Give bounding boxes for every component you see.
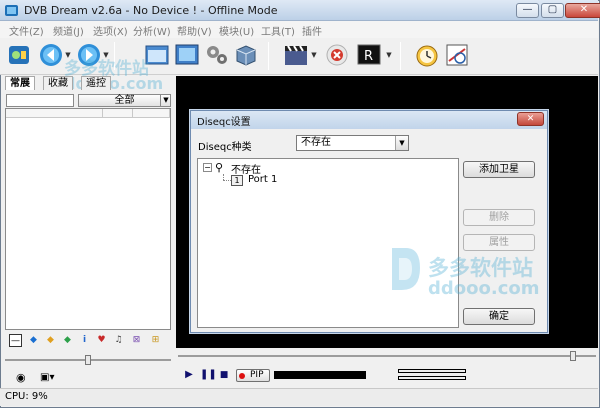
seek-slider-thumb[interactable] [570,351,576,361]
record-stop-icon[interactable] [324,42,350,68]
filter-audio-icon[interactable]: ♫ [112,334,125,347]
list-column-header[interactable] [133,109,170,118]
tree-connector [223,180,231,181]
watermark-logo-icon [392,248,420,290]
delete-button[interactable]: 删除 [463,209,535,226]
volume-slider-thumb[interactable] [85,355,91,365]
diseqc-type-label: Diseqc种类 [198,142,252,153]
properties-button[interactable]: 属性 [463,234,535,251]
add-satellite-button[interactable]: 添加卫星 [463,161,535,178]
minimize-button[interactable]: — [516,3,539,18]
back-icon[interactable] [38,42,64,68]
filter-info-icon[interactable]: i [78,334,91,347]
cpu-status: CPU: 9% [5,391,48,402]
speaker-icon[interactable]: ◉ [16,371,30,385]
monitor-dropdown-arrow-icon[interactable]: ▼ [385,42,393,68]
menu-help[interactable]: 帮助(V) [177,23,212,38]
chevron-down-icon[interactable]: ▼ [395,136,408,150]
menu-plugins[interactable]: 插件 [302,23,322,38]
clapper-icon[interactable] [283,42,309,68]
menu-channel[interactable]: 频道(J) [53,23,84,38]
filter-radio-icon[interactable]: ◆ [44,334,57,347]
stop-icon[interactable]: ■ [218,369,230,381]
screen-mode-icon[interactable]: ▣▾ [40,371,56,385]
maximize-button[interactable]: ▢ [541,3,564,18]
r-monitor-icon[interactable]: R [356,42,382,68]
window-title: DVB Dream v2.6a - No Device ! - Offline … [24,4,278,17]
forward-icon[interactable] [76,42,102,68]
calendar-icon[interactable] [444,42,470,68]
forward-dropdown-arrow-icon[interactable]: ▼ [102,42,110,68]
tab-favorites[interactable]: 收藏 [43,76,73,90]
dialog-close-button[interactable]: ✕ [517,112,544,126]
clock-icon[interactable] [414,42,440,68]
dish-icon: ⚲ [215,161,224,174]
diseqc-type-select[interactable]: 不存在 [296,135,409,151]
settings-gears-icon[interactable] [204,42,230,68]
pause-icon[interactable]: ❚❚ [200,369,217,381]
play-icon[interactable]: ▶ [183,369,195,381]
cube-icon[interactable] [233,42,259,68]
filter-tv-icon[interactable]: ◆ [27,334,40,347]
seek-slider-track[interactable] [178,355,596,357]
menu-tools[interactable]: 工具(T) [261,23,295,38]
tree-item-port[interactable]: Port 1 [248,174,277,185]
menu-options[interactable]: 选项(X) [93,23,128,38]
screenshot-icon[interactable] [174,42,200,68]
port-index-icon: 1 [231,175,243,186]
window-icon[interactable] [144,42,170,68]
status-bar [0,388,598,406]
record-dot-icon [239,373,245,379]
menu-bar [0,21,598,38]
menu-analyze[interactable]: 分析(W) [133,23,171,38]
list-column-header[interactable] [6,109,103,118]
quality-level-bar [398,376,466,380]
svg-text:R: R [364,49,373,64]
channel-list[interactable] [5,108,171,330]
clapper-dropdown-arrow-icon[interactable]: ▼ [310,42,318,68]
tab-general[interactable]: 常展 [5,76,35,90]
filter-favorite-icon[interactable]: ♥ [95,334,108,347]
filter-encrypted-icon[interactable]: ⊠ [130,334,143,347]
dialog-title: Diseqc设置 [197,117,251,128]
signal-level-bar [274,371,366,379]
tree-collapse-icon[interactable]: − [203,163,212,172]
dvb-logo-icon[interactable] [6,42,32,68]
app-logo-icon [5,5,18,16]
toolbar-separator [114,42,115,70]
tab-remote[interactable]: 遥控 [81,76,111,90]
quality-level-bar [398,369,466,373]
filter-data-icon[interactable]: ◆ [61,334,74,347]
close-button[interactable]: ✕ [565,3,600,18]
menu-file[interactable]: 文件(Z) [9,23,44,38]
menu-modules[interactable]: 模块(U) [219,23,254,38]
ok-button[interactable]: 确定 [463,308,535,325]
channel-filter-input[interactable] [6,94,74,107]
toolbar-separator [268,42,269,70]
list-column-header[interactable] [103,109,133,118]
back-dropdown-arrow-icon[interactable]: ▼ [64,42,72,68]
chevron-down-icon[interactable]: ▼ [160,94,171,107]
toolbar-separator [400,42,401,70]
group-select[interactable]: 全部 [78,94,171,107]
filter-all-icon[interactable]: — [9,334,22,347]
filter-misc-icon[interactable]: ⊞ [149,334,162,347]
